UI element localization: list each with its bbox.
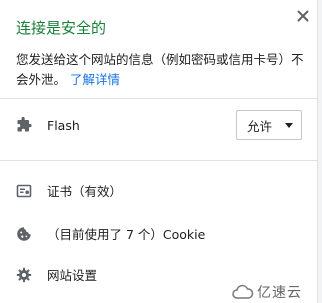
learn-more-link[interactable]: 了解详情 (70, 72, 120, 87)
close-icon (297, 10, 309, 22)
watermark-text: 亿速云 (257, 285, 302, 301)
cookies-label: （目前使用了 7 个）Cookie (47, 227, 206, 242)
divider (0, 98, 318, 99)
certificate-label: 证书（有效） (47, 184, 123, 199)
close-button[interactable] (293, 6, 313, 26)
flash-select-value: 允许 (247, 118, 273, 134)
watermark: 亿速云 (232, 282, 302, 302)
cookies-row[interactable]: （目前使用了 7 个）Cookie (16, 224, 205, 243)
certificate-icon (16, 184, 32, 197)
cloud-logo-icon (232, 284, 254, 299)
divider (0, 160, 318, 161)
gear-icon (16, 267, 32, 282)
site-settings-label: 网站设置 (47, 268, 98, 283)
site-settings-row[interactable]: 网站设置 (16, 265, 97, 284)
flash-permission-row: Flash (16, 117, 80, 133)
connection-secure-title: 连接是安全的 (16, 19, 107, 37)
flash-permission-select[interactable]: 允许 (236, 110, 302, 140)
security-description: 您发送给这个网站的信息（例如密码或信用卡号）不会外泄。 了解详情 (16, 50, 306, 90)
caret-down-icon (285, 123, 293, 128)
cookie-icon (17, 226, 31, 241)
description-text: 您发送给这个网站的信息（例如密码或信用卡号）不会外泄。 (16, 52, 304, 87)
flash-label: Flash (47, 117, 80, 133)
site-info-popup: 连接是安全的 您发送给这个网站的信息（例如密码或信用卡号）不会外泄。 了解详情 F… (0, 0, 322, 303)
certificate-row[interactable]: 证书（有效） (16, 181, 122, 200)
browser-edge (317, 0, 322, 303)
puzzle-icon (17, 117, 32, 132)
